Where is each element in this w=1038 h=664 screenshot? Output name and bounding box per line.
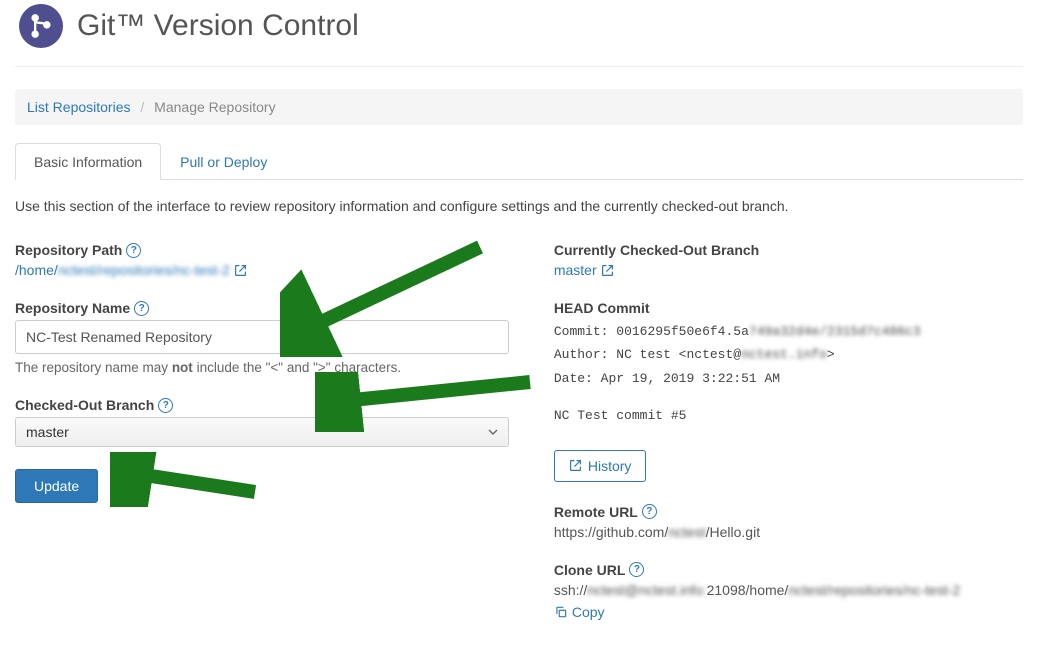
branch-label: Checked-Out Branch ? <box>15 397 509 413</box>
repo-path-value[interactable]: /home/nctest/repositories/nc-test-2 <box>15 262 509 278</box>
external-link-icon <box>569 459 582 472</box>
external-link-icon <box>601 264 614 277</box>
breadcrumb-active: Manage Repository <box>154 99 275 115</box>
repo-name-label: Repository Name ? <box>15 300 509 316</box>
tab-pull-or-deploy[interactable]: Pull or Deploy <box>161 143 286 180</box>
breadcrumb: List Repositories / Manage Repository <box>15 89 1023 125</box>
clone-url-label: Clone URL ? <box>554 562 1023 578</box>
tabs: Basic Information Pull or Deploy <box>15 143 1023 180</box>
repo-name-input[interactable] <box>15 320 509 354</box>
tab-description: Use this section of the interface to rev… <box>15 198 1023 214</box>
head-commit-label: HEAD Commit <box>554 300 1023 316</box>
repo-path-label-text: Repository Path <box>15 242 122 258</box>
tab-basic-information[interactable]: Basic Information <box>15 143 161 180</box>
branch-select[interactable]: master <box>15 417 509 447</box>
repo-path-prefix: /home/ <box>15 262 58 278</box>
help-icon[interactable]: ? <box>629 562 644 577</box>
head-commit-details: Commit: 0016295f50e6f4.5a749a32d4e/2315d… <box>554 320 1023 428</box>
branch-select-value: master <box>26 424 69 440</box>
remote-url-label: Remote URL ? <box>554 504 1023 520</box>
update-button[interactable]: Update <box>15 469 98 503</box>
external-link-icon <box>234 264 247 277</box>
help-icon[interactable]: ? <box>134 301 149 316</box>
commit-message: NC Test commit #5 <box>554 404 1023 427</box>
copy-link-label: Copy <box>572 604 605 620</box>
help-icon[interactable]: ? <box>158 398 173 413</box>
clone-url-value: ssh://nctest@nctest.info:21098/home/ncte… <box>554 582 1023 598</box>
current-branch-link[interactable]: master <box>554 262 614 278</box>
chevron-down-icon <box>488 424 498 440</box>
page-title: Git™ Version Control <box>77 9 359 43</box>
breadcrumb-separator: / <box>134 99 150 115</box>
branch-label-text: Checked-Out Branch <box>15 397 154 413</box>
help-icon[interactable]: ? <box>126 243 141 258</box>
repo-path-label: Repository Path ? <box>15 242 509 258</box>
help-icon[interactable]: ? <box>642 504 657 519</box>
repo-path-blurred: nctest/repositories/nc-test-2 <box>58 262 230 278</box>
current-branch-label: Currently Checked-Out Branch <box>554 242 1023 258</box>
copy-link[interactable]: Copy <box>554 604 605 620</box>
current-branch-value: master <box>554 262 597 278</box>
copy-icon <box>554 605 568 619</box>
breadcrumb-link-list-repositories[interactable]: List Repositories <box>27 99 131 115</box>
remote-url-value: https://github.com/nctest/Hello.git <box>554 524 1023 540</box>
git-logo-icon <box>19 4 63 48</box>
history-button-label: History <box>588 458 632 474</box>
page-header: Git™ Version Control <box>15 0 1023 67</box>
repo-name-label-text: Repository Name <box>15 300 130 316</box>
repo-name-help-text: The repository name may not include the … <box>15 360 509 375</box>
history-button[interactable]: History <box>554 450 647 482</box>
